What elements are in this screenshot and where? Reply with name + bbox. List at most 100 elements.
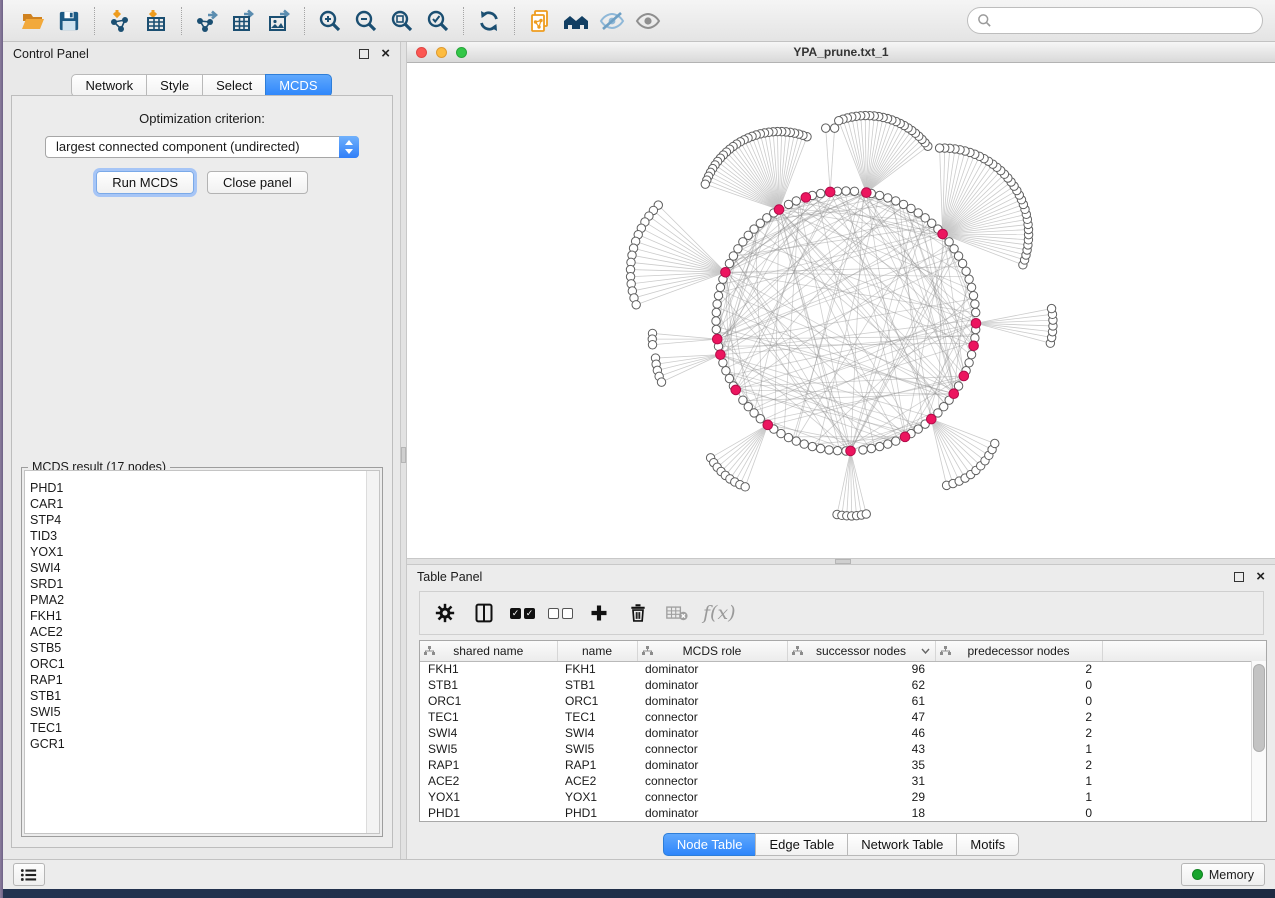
tab-style[interactable]: Style	[146, 74, 203, 97]
cell-successor-nodes: 35	[787, 757, 935, 773]
task-history-button[interactable]	[13, 863, 45, 886]
column-header-successor-nodes[interactable]: successor nodes	[787, 641, 935, 661]
open-file-button[interactable]	[15, 6, 51, 36]
list-item[interactable]: TEC1	[25, 720, 379, 736]
plus-icon	[589, 603, 609, 623]
export-image-button[interactable]	[261, 6, 297, 36]
table-header-row: shared name name	[420, 641, 1266, 661]
tab-network-table[interactable]: Network Table	[847, 833, 957, 856]
table-row[interactable]: RAP1 RAP1 dominator 35 2	[420, 757, 1266, 773]
share-document-button[interactable]	[522, 6, 558, 36]
list-item[interactable]: PMA2	[25, 592, 379, 608]
tab-network[interactable]: Network	[71, 74, 147, 97]
chevron-down-icon	[345, 149, 353, 154]
column-header-name[interactable]: name	[557, 641, 637, 661]
table-row[interactable]: SWI5 SWI5 connector 43 1	[420, 741, 1266, 757]
horizontal-splitter[interactable]	[407, 558, 1275, 565]
column-header-shared-name[interactable]: shared name	[420, 641, 557, 661]
gear-button[interactable]	[432, 600, 458, 626]
mcds-result-list[interactable]: PHD1 CAR1 STP4 TID3 YOX1 SWI4 SRD1 PMA2 …	[24, 470, 380, 834]
list-item[interactable]: SWI5	[25, 704, 379, 720]
zoom-in-button[interactable]	[312, 6, 348, 36]
list-item[interactable]: TID3	[25, 528, 379, 544]
split-columns-button[interactable]	[471, 600, 497, 626]
window-maximize-button[interactable]	[456, 47, 467, 58]
list-item[interactable]: CAR1	[25, 496, 379, 512]
tab-select[interactable]: Select	[202, 74, 266, 97]
toolbar-separator	[304, 7, 305, 35]
delete-column-button[interactable]	[625, 600, 651, 626]
cell-successor-nodes: 46	[787, 725, 935, 741]
network-canvas[interactable]	[407, 63, 1275, 558]
cell-shared-name: TEC1	[420, 709, 557, 725]
list-item[interactable]: YOX1	[25, 544, 379, 560]
list-item[interactable]: STP4	[25, 512, 379, 528]
table-row[interactable]: PHD1 PHD1 dominator 18 0	[420, 805, 1266, 821]
export-network-button[interactable]	[189, 6, 225, 36]
list-item[interactable]: SWI4	[25, 560, 379, 576]
cell-shared-name: ACE2	[420, 773, 557, 789]
window-minimize-button[interactable]	[436, 47, 447, 58]
table-panel: Table Panel ×	[407, 565, 1275, 859]
zoom-selected-button[interactable]	[420, 6, 456, 36]
deselect-all-button[interactable]	[548, 608, 573, 619]
list-item[interactable]: GCR1	[25, 736, 379, 752]
table-row[interactable]: TEC1 TEC1 connector 47 2	[420, 709, 1266, 725]
splitter-handle[interactable]	[401, 447, 406, 463]
unchecked-box-icon	[562, 608, 573, 619]
search-box	[967, 7, 1263, 34]
window-close-button[interactable]	[416, 47, 427, 58]
memory-button[interactable]: Memory	[1181, 863, 1265, 886]
save-session-button[interactable]	[51, 6, 87, 36]
close-panel-button[interactable]: Close panel	[207, 171, 308, 194]
list-item[interactable]: ORC1	[25, 656, 379, 672]
table-row[interactable]: FKH1 FKH1 dominator 96 2	[420, 661, 1266, 677]
list-item[interactable]: FKH1	[25, 608, 379, 624]
column-header-predecessor-nodes[interactable]: predecessor nodes	[935, 641, 1102, 661]
first-neighbors-button[interactable]	[558, 6, 594, 36]
refresh-button[interactable]	[471, 6, 507, 36]
zoom-fit-button[interactable]	[384, 6, 420, 36]
list-item[interactable]: RAP1	[25, 672, 379, 688]
cell-name: STB1	[557, 677, 637, 693]
import-table-button[interactable]	[138, 6, 174, 36]
tab-edge-table[interactable]: Edge Table	[755, 833, 848, 856]
cell-successor-nodes: 96	[787, 661, 935, 677]
table-row[interactable]: ACE2 ACE2 connector 31 1	[420, 773, 1266, 789]
list-item[interactable]: STB1	[25, 688, 379, 704]
table-row[interactable]: YOX1 YOX1 connector 29 1	[420, 789, 1266, 805]
column-header-mcds-role[interactable]: MCDS role	[637, 641, 787, 661]
optimization-criterion-select[interactable]: largest connected component (undirected)	[45, 136, 359, 158]
scrollbar-thumb[interactable]	[1253, 664, 1265, 752]
splitter-handle[interactable]	[835, 559, 851, 564]
scrollbar-track[interactable]	[1251, 661, 1266, 821]
cell-name: RAP1	[557, 757, 637, 773]
import-network-button[interactable]	[102, 6, 138, 36]
search-input[interactable]	[998, 13, 1253, 28]
float-icon[interactable]	[1234, 572, 1244, 582]
trash-icon	[628, 603, 648, 623]
select-all-button[interactable]: ✓ ✓	[510, 608, 535, 619]
network-graph[interactable]	[407, 63, 1273, 558]
tab-motifs[interactable]: Motifs	[956, 833, 1019, 856]
list-item[interactable]: SRD1	[25, 576, 379, 592]
table-row[interactable]: ORC1 ORC1 dominator 61 0	[420, 693, 1266, 709]
table-row[interactable]: SWI4 SWI4 dominator 46 2	[420, 725, 1266, 741]
list-item[interactable]: PHD1	[25, 480, 379, 496]
vertical-splitter[interactable]	[400, 42, 407, 859]
table-row[interactable]: STB1 STB1 dominator 62 0	[420, 677, 1266, 693]
export-table-button[interactable]	[225, 6, 261, 36]
close-icon[interactable]: ×	[1256, 572, 1265, 582]
add-column-button[interactable]	[586, 600, 612, 626]
tab-node-table[interactable]: Node Table	[663, 833, 757, 856]
list-item[interactable]: STB5	[25, 640, 379, 656]
list-item[interactable]: ACE2	[25, 624, 379, 640]
run-mcds-button[interactable]: Run MCDS	[96, 171, 194, 194]
float-icon[interactable]	[359, 49, 369, 59]
hide-selected-button[interactable]	[594, 6, 630, 36]
zoom-out-button[interactable]	[348, 6, 384, 36]
show-all-button[interactable]	[630, 6, 666, 36]
scrollbar-track[interactable]	[366, 471, 379, 833]
close-icon[interactable]: ×	[381, 49, 390, 59]
tab-mcds[interactable]: MCDS	[265, 74, 331, 97]
